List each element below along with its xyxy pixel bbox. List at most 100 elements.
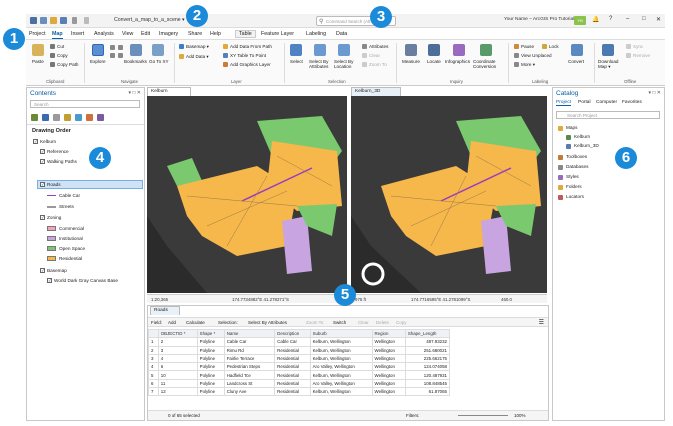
layer-item-world-dark-gray-canvas[interactable]: World Dark Gray Canvas Base xyxy=(54,278,118,283)
table-cell[interactable]: Wellington xyxy=(371,362,406,372)
more-labeling-icon[interactable] xyxy=(514,62,519,67)
table-cell[interactable]: Fairlie Terrace xyxy=(223,353,276,364)
convert-icon[interactable] xyxy=(571,44,583,56)
tab-edit[interactable]: Edit xyxy=(141,31,150,37)
column-header-shape-length[interactable]: Shape_Length xyxy=(404,328,451,339)
contents-search-input[interactable]: Search xyxy=(30,100,140,108)
table-cell[interactable]: Residential xyxy=(274,387,311,397)
table-cell[interactable]: Wellington xyxy=(371,345,406,355)
measure-icon[interactable] xyxy=(405,44,417,56)
table-cell[interactable]: Wellington xyxy=(371,370,406,380)
table-cell[interactable]: 3 xyxy=(157,345,198,355)
layer-item-zoning[interactable]: Zoning xyxy=(47,215,61,220)
bookmarks-icon[interactable] xyxy=(130,44,142,56)
add-graphics-layer-icon[interactable] xyxy=(223,62,228,67)
column-header-objectid[interactable]: OBJECTID * xyxy=(157,328,198,339)
zoom-slider[interactable] xyxy=(458,415,508,416)
table-row[interactable]: 7 12 Polyline Cluny Ave Residential Kelburn, … xyxy=(148,387,451,397)
view-unplaced-button[interactable]: View Unplaced xyxy=(521,53,552,58)
copy-path-icon[interactable] xyxy=(50,62,55,67)
table-cell[interactable]: Residential xyxy=(274,362,311,372)
previous-extent-icon[interactable] xyxy=(110,53,115,58)
table-cell[interactable]: Polyline xyxy=(196,353,225,364)
table-cell[interactable]: 225.662175 xyxy=(404,353,451,364)
paste-icon[interactable] xyxy=(32,44,44,56)
table-cell[interactable]: 11 xyxy=(157,378,198,389)
map-view-kelburn[interactable] xyxy=(147,96,347,293)
fixed-zoom-in-icon[interactable] xyxy=(118,45,123,50)
table-row[interactable]: 6 11 Polyline Landcross St Residential Aro Va… xyxy=(148,378,451,389)
table-cell[interactable]: 3 xyxy=(148,353,159,364)
switch-selection-button[interactable]: Switch xyxy=(333,320,346,325)
undo-icon[interactable] xyxy=(72,17,77,24)
zoom-to-selection-icon[interactable] xyxy=(362,62,367,67)
layer-visibility-checkbox[interactable]: ✓ xyxy=(40,149,45,154)
go-to-xy-button[interactable]: Go To XY xyxy=(149,59,169,64)
table-cell[interactable]: 10 xyxy=(157,370,198,380)
table-cell[interactable]: Rimu Rd xyxy=(223,345,276,355)
select-by-location-button[interactable]: Select By Location xyxy=(334,59,358,69)
catalog-tab-portal[interactable]: Portal xyxy=(578,100,591,105)
select-button[interactable]: Select xyxy=(290,59,303,64)
locate-icon[interactable] xyxy=(428,44,440,56)
table-zoom-level[interactable]: 100% xyxy=(514,413,526,418)
pause-labels-icon[interactable] xyxy=(514,44,519,49)
list-by-labeling-icon[interactable] xyxy=(86,114,93,121)
table-cell[interactable]: Wellington xyxy=(371,378,406,389)
measure-button[interactable]: Measure xyxy=(402,59,420,64)
view-unplaced-icon[interactable] xyxy=(514,53,519,58)
table-cell[interactable]: 12 xyxy=(157,387,198,397)
scene-view-kelburn-3d[interactable] xyxy=(351,96,547,293)
download-map-button[interactable]: Download Map ▾ xyxy=(598,59,622,69)
basemap-icon[interactable] xyxy=(179,44,184,49)
table-row[interactable]: 1 2 Polyline Cable Car Cable Car Kelburn, Wel… xyxy=(148,337,451,347)
catalog-tab-favorites[interactable]: Favorites xyxy=(622,100,642,105)
redo-icon[interactable] xyxy=(84,17,89,24)
select-by-attributes-button[interactable]: Select By Attributes xyxy=(309,59,335,69)
layer-visibility-checkbox[interactable]: ✓ xyxy=(40,215,45,220)
bookmarks-button[interactable]: Bookmarks xyxy=(124,59,147,64)
attributes-button[interactable]: Attributes xyxy=(369,44,388,49)
cut-button[interactable]: Cut xyxy=(57,44,64,49)
table-cell[interactable]: Polyline xyxy=(196,387,225,397)
catalog-tab-project[interactable]: Project xyxy=(556,100,571,106)
attributes-icon[interactable] xyxy=(362,44,367,49)
user-avatar[interactable]: YN xyxy=(574,16,586,25)
catalog-tab-computer[interactable]: Computer xyxy=(596,100,617,105)
notifications-icon[interactable]: 🔔 xyxy=(592,16,599,23)
explore-button[interactable]: Explore xyxy=(90,59,106,64)
copy-icon[interactable] xyxy=(50,53,55,58)
table-cell[interactable]: 4 xyxy=(157,353,198,364)
add-data-button[interactable]: Add Data ▾ xyxy=(186,54,209,60)
download-map-icon[interactable] xyxy=(602,44,614,56)
catalog-search-input[interactable]: Search Project xyxy=(556,111,660,119)
sync-icon[interactable] xyxy=(626,44,631,49)
column-header-suburb[interactable]: Suburb xyxy=(309,328,373,339)
tab-help[interactable]: Help xyxy=(210,31,221,37)
copy-path-button[interactable]: Copy Path xyxy=(57,62,78,67)
layer-visibility-checkbox[interactable]: ✓ xyxy=(40,268,45,273)
table-cell[interactable]: Pedestrian Steps xyxy=(223,362,276,372)
table-cell[interactable]: 7 xyxy=(148,387,159,397)
scene-view-tab[interactable]: Kelburn_3D xyxy=(351,87,401,96)
table-cell[interactable]: Hadfield Tce xyxy=(223,370,276,380)
open-project-icon[interactable] xyxy=(50,17,57,24)
table-cell[interactable]: 4 xyxy=(148,362,159,372)
tab-view[interactable]: View xyxy=(122,31,133,37)
table-cell[interactable]: Residential xyxy=(274,353,311,364)
layer-visibility-checkbox[interactable]: ✓ xyxy=(47,278,52,283)
table-cell[interactable]: Polyline xyxy=(196,337,225,347)
table-cell[interactable]: Kelburn, Wellington xyxy=(309,370,373,380)
document-title[interactable]: Convert_a_map_to_a_scene ▾ xyxy=(114,17,185,23)
map-view-tab[interactable]: Kelburn xyxy=(147,87,191,96)
table-row[interactable]: 5 10 Polyline Hadfield Tce Residential Kelbur… xyxy=(148,370,451,380)
catalog-item-maps[interactable]: Maps xyxy=(566,125,577,130)
signed-in-user[interactable]: Your Name – ArcGIS Pro Tutorials xyxy=(504,17,577,22)
list-by-snapping-icon[interactable] xyxy=(75,114,82,121)
layer-item-basemap[interactable]: Basemap xyxy=(47,268,67,273)
convert-button[interactable]: Convert xyxy=(568,59,584,64)
clear-table-selection-button[interactable]: Clear xyxy=(358,320,369,325)
table-cell[interactable]: Cluny Ave xyxy=(223,387,276,397)
table-cell[interactable]: Polyline xyxy=(196,362,225,372)
sync-button[interactable]: Sync xyxy=(633,44,643,49)
